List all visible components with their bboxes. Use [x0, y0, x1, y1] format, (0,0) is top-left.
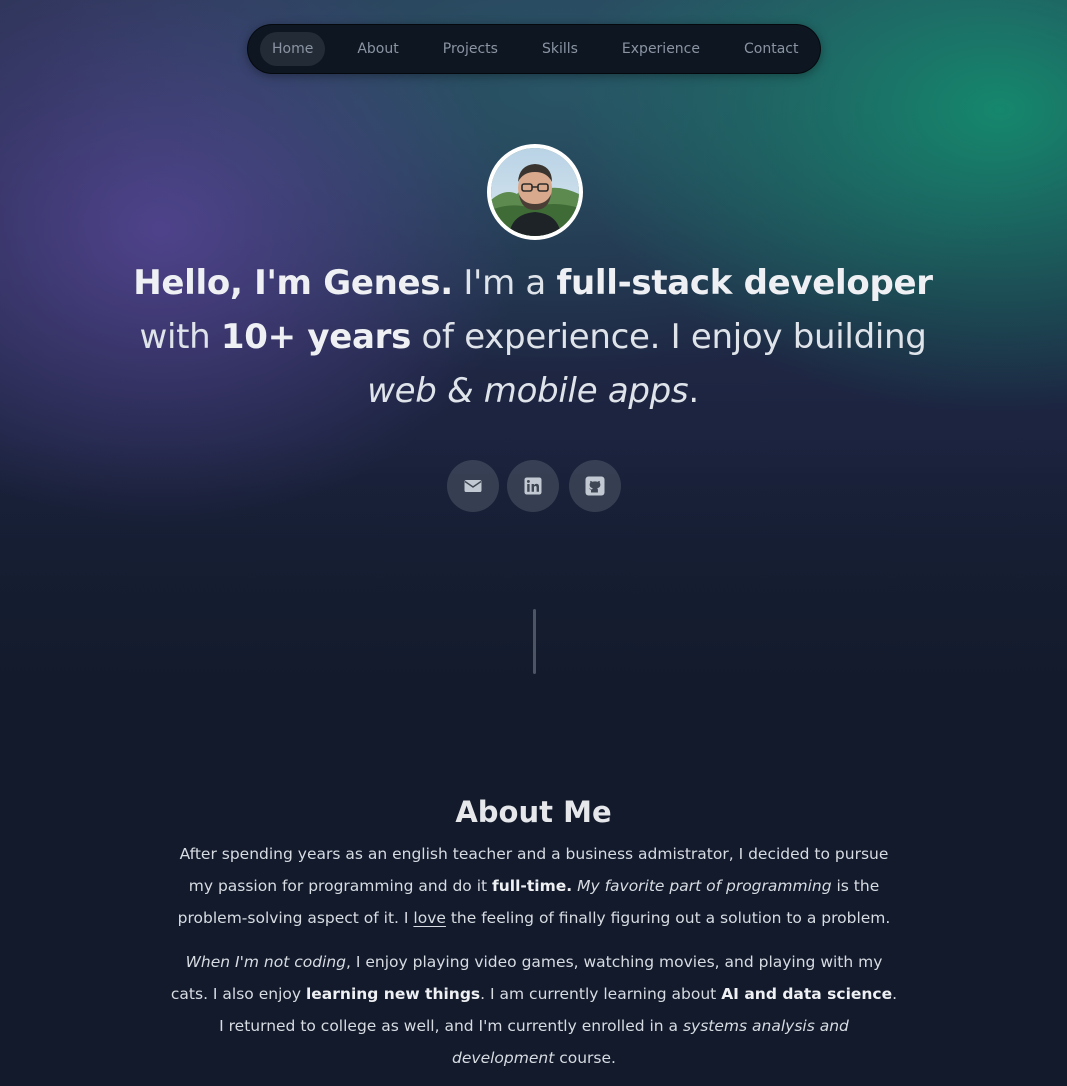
profile-photo: [491, 148, 579, 236]
about-title: About Me: [455, 795, 612, 830]
linkedin-icon: [524, 477, 542, 495]
hero-apps: web & mobile apps: [367, 371, 689, 411]
about-section: After spending years as an english teach…: [167, 838, 901, 1086]
hero-years: 10+ years: [220, 317, 412, 357]
social-links: [0, 460, 1067, 512]
nav-item-skills[interactable]: Skills: [530, 32, 590, 66]
hero-text: I'm a: [452, 263, 557, 303]
about-text: the feeling of finally figuring out a so…: [445, 909, 891, 927]
about-italic-text: My favorite part of programming: [577, 877, 832, 895]
about-bold-text: AI and data science: [721, 985, 893, 1003]
avatar: [487, 144, 583, 240]
hero-text: of experience. I enjoy building: [411, 317, 927, 357]
nav-item-contact[interactable]: Contact: [732, 32, 810, 66]
about-text: . I am currently learning about: [480, 985, 722, 1003]
email-button[interactable]: [447, 460, 499, 512]
hero-headline: Hello, I'm Genes. I'm a full-stack devel…: [133, 256, 933, 418]
envelope-icon: [464, 480, 482, 492]
nav-item-home[interactable]: Home: [260, 32, 326, 66]
hero-text: with: [139, 317, 221, 357]
hero-intro: Hello, I'm Genes.: [133, 263, 453, 303]
nav-item-about[interactable]: About: [345, 32, 410, 66]
hero-role: full-stack developer: [556, 263, 933, 303]
github-icon: [585, 476, 605, 496]
hero-text: .: [688, 371, 699, 411]
nav-item-experience[interactable]: Experience: [610, 32, 712, 66]
top-navbar: Home About Projects Skills Experience Co…: [247, 24, 821, 74]
linkedin-button[interactable]: [507, 460, 559, 512]
about-text: course.: [554, 1049, 616, 1067]
about-bold-text: learning new things: [305, 985, 481, 1003]
github-button[interactable]: [569, 460, 621, 512]
about-paragraph-1: After spending years as an english teach…: [167, 838, 901, 934]
scroll-indicator: [533, 609, 536, 674]
about-underlined-text: love: [413, 909, 446, 927]
about-bold-text: full-time.: [492, 877, 573, 895]
about-italic-text: When I'm not coding: [185, 953, 347, 971]
nav-item-projects[interactable]: Projects: [431, 32, 510, 66]
about-paragraph-2: When I'm not coding, I enjoy playing vid…: [167, 946, 901, 1074]
